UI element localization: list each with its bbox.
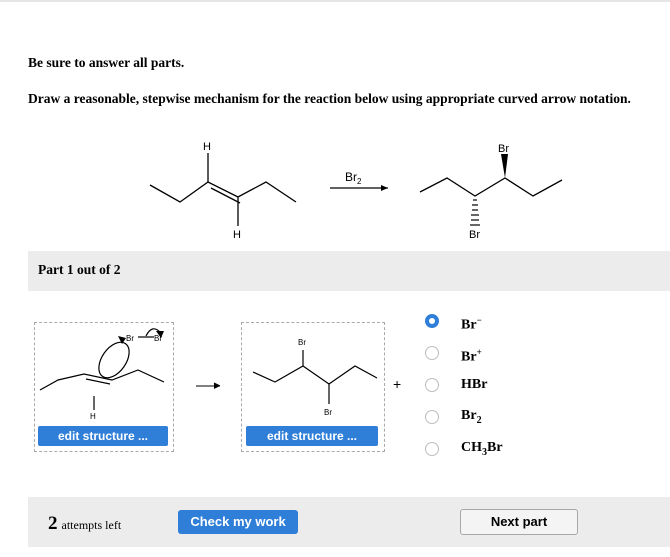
- option-br-minus[interactable]: Br−: [461, 315, 482, 334]
- reagent-label: Br2: [345, 170, 362, 186]
- part-header: Part 1 out of 2: [28, 251, 670, 291]
- product-hash-bond: [470, 199, 480, 226]
- middle-br-bottom: Br: [324, 408, 332, 417]
- left-structure-drawing: Br Br H: [39, 328, 165, 421]
- option-radio-ch3br[interactable]: [425, 442, 439, 456]
- option-radio-hbr[interactable]: [425, 378, 439, 392]
- attempts-left: 2 attempts left: [48, 513, 121, 535]
- attempts-label: attempts left: [61, 518, 122, 532]
- middle-structure-drawing: Br Br: [252, 338, 378, 417]
- left-h: H: [90, 412, 96, 421]
- left-br-2: Br: [154, 334, 162, 343]
- option-ch3br[interactable]: CH3Br: [461, 440, 503, 458]
- left-br-1: Br: [126, 334, 134, 343]
- check-my-work-button[interactable]: Check my work: [178, 510, 298, 534]
- option-radio-br-minus[interactable]: [425, 314, 439, 328]
- reactant-h-top: H: [203, 141, 211, 153]
- reaction-arrow-head: [381, 185, 388, 191]
- option-radio-br2[interactable]: [425, 410, 439, 424]
- option-hbr[interactable]: HBr: [461, 377, 487, 393]
- reaction-scheme: H H Br2 Br Br: [149, 141, 563, 241]
- next-part-button[interactable]: Next part: [460, 509, 578, 535]
- option-br2[interactable]: Br2: [461, 408, 482, 426]
- product-structure: [419, 177, 563, 197]
- plus-sign: +: [393, 376, 402, 392]
- part-label: Part 1 out of 2: [38, 262, 121, 277]
- mechanism-step-arrow: [196, 382, 221, 389]
- reactant-structure: [149, 153, 297, 226]
- option-br-plus[interactable]: Br+: [461, 347, 482, 366]
- attempts-count: 2: [48, 513, 58, 534]
- reactant-h-bottom: H: [233, 229, 241, 241]
- product-br-bottom: Br: [469, 229, 480, 241]
- middle-br-top: Br: [298, 338, 306, 347]
- curved-arrow-pi-bond: [98, 341, 130, 379]
- product-wedge-bond: [501, 154, 508, 178]
- edit-structure-button-middle[interactable]: edit structure ...: [246, 426, 378, 446]
- product-br-top: Br: [498, 143, 509, 155]
- option-radio-br-plus[interactable]: [425, 346, 439, 360]
- edit-structure-button-left[interactable]: edit structure ...: [38, 426, 168, 446]
